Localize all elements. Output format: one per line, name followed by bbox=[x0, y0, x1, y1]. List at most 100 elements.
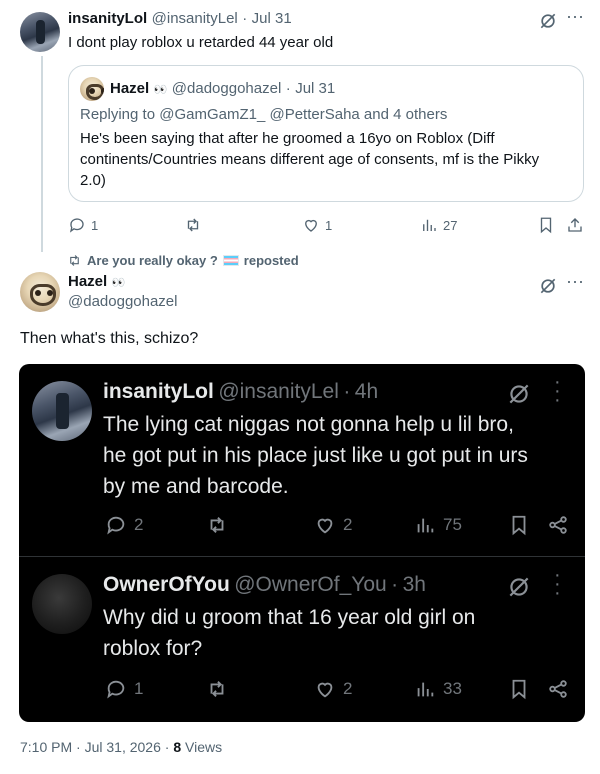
bookmark-button bbox=[508, 678, 530, 700]
reply-count: 1 bbox=[134, 679, 144, 698]
quoted-text-line: continents/Countries means different age… bbox=[80, 151, 540, 168]
reply-icon bbox=[69, 218, 84, 233]
repost-label: reposted bbox=[243, 253, 299, 268]
grok-icon bbox=[509, 577, 529, 597]
separator: · bbox=[242, 10, 248, 27]
separator: · bbox=[391, 573, 399, 596]
bookmark-icon bbox=[540, 217, 552, 234]
views-count: 75 bbox=[443, 515, 462, 534]
share-network-icon bbox=[549, 516, 567, 534]
quoted-tweet-header: Hazel 👀 @dadoggohazel · Jul 31 bbox=[110, 80, 335, 98]
bookmark-icon bbox=[512, 679, 526, 700]
tweet-date[interactable]: Jul 31 bbox=[252, 10, 292, 27]
screenshot-tweet-header: OwnerOfYou @OwnerOf_You · 3h bbox=[103, 573, 426, 597]
views-count: 33 bbox=[443, 679, 462, 698]
eyes-emoji-icon: 👀 bbox=[111, 277, 126, 289]
views-icon bbox=[417, 518, 434, 533]
like-button: 2 bbox=[314, 514, 352, 536]
bookmark-button[interactable] bbox=[537, 216, 555, 234]
screenshot-text-line: by me and barcode. bbox=[103, 475, 289, 498]
thread-line bbox=[41, 56, 43, 252]
grok-icon bbox=[509, 384, 529, 404]
like-count: 2 bbox=[343, 515, 353, 534]
avatar bbox=[32, 574, 92, 634]
display-name: insanityLol bbox=[103, 380, 214, 403]
attached-image[interactable]: insanityLol @insanityLel · 4h · · · The ly… bbox=[19, 364, 585, 722]
share-button bbox=[547, 678, 569, 700]
more-options-icon[interactable]: ··· bbox=[566, 6, 584, 27]
more-options-icon: · · · bbox=[554, 371, 561, 411]
display-name[interactable]: Hazel bbox=[68, 273, 107, 290]
repost-banner[interactable]: Are you really okay ? reposted bbox=[67, 253, 299, 268]
handle: @insanityLel bbox=[218, 380, 339, 403]
grok-icon[interactable] bbox=[538, 11, 558, 31]
reply-icon bbox=[107, 516, 125, 535]
views-icon bbox=[423, 219, 436, 231]
like-button[interactable]: 1 bbox=[302, 216, 332, 234]
reply-tweet-header: insanityLol @insanityLel · Jul 31 bbox=[68, 10, 292, 28]
display-name: Hazel bbox=[110, 80, 150, 97]
main-tweet-author[interactable]: Hazel 👀 bbox=[68, 273, 125, 291]
share-network-icon bbox=[549, 680, 567, 698]
repost-button bbox=[206, 678, 228, 700]
screenshot-text-line: he got put in his place just like u got … bbox=[103, 444, 528, 467]
views-count: 8 bbox=[173, 739, 182, 755]
reply-button[interactable]: 1 bbox=[68, 216, 98, 234]
tweet-text: I dont play roblox u retarded 44 year ol… bbox=[68, 34, 334, 51]
screenshot-text-line: Why did u groom that 16 year old girl on bbox=[103, 606, 476, 629]
divider bbox=[19, 556, 585, 557]
views-count: 27 bbox=[443, 217, 458, 233]
quoted-text-line: 2.0) bbox=[80, 172, 106, 189]
views-icon bbox=[417, 682, 434, 697]
like-count: 1 bbox=[325, 217, 333, 233]
screenshot-text-line: The lying cat niggas not gonna help u li… bbox=[103, 413, 514, 436]
share-icon bbox=[568, 218, 582, 232]
avatar[interactable] bbox=[20, 12, 60, 52]
repost-icon bbox=[70, 255, 79, 266]
tweet-time: 4h bbox=[354, 380, 379, 403]
reply-count: 2 bbox=[134, 515, 144, 534]
screenshot-tweet-header: insanityLol @insanityLel · 4h bbox=[103, 380, 378, 404]
timestamp[interactable]: 7:10 PM · Jul 31, 2026 bbox=[20, 739, 161, 755]
tweet-footer: 7:10 PM · Jul 31, 2026 · 8 Views bbox=[20, 739, 222, 755]
avatar bbox=[80, 77, 104, 101]
replying-to: Replying to @GamGamZ1_ @PetterSaha and 4… bbox=[80, 106, 447, 123]
replying-suffix[interactable]: and 4 others bbox=[364, 106, 447, 123]
separator: · bbox=[164, 739, 170, 755]
display-name[interactable]: insanityLol bbox=[68, 10, 147, 27]
views-label: Views bbox=[185, 739, 223, 755]
more-options-icon: · · · bbox=[554, 564, 561, 604]
bookmark-button bbox=[508, 514, 530, 536]
eyes-emoji-icon: 👀 bbox=[153, 84, 168, 96]
handle[interactable]: @insanityLel bbox=[152, 10, 238, 27]
repost-button[interactable] bbox=[184, 216, 202, 234]
reply-icon bbox=[107, 680, 125, 699]
main-tweet-text: Then what's this, schizo? bbox=[20, 330, 199, 347]
repost-icon bbox=[210, 517, 224, 533]
views-button[interactable]: 27 bbox=[420, 216, 457, 234]
screenshot-text-line: roblox for? bbox=[103, 637, 203, 660]
separator: · bbox=[285, 80, 291, 97]
reposter-name[interactable]: Are you really okay ? bbox=[87, 253, 218, 268]
reply-button: 2 bbox=[105, 514, 143, 536]
handle[interactable]: @dadoggohazel bbox=[68, 293, 177, 310]
replying-users[interactable]: @GamGamZ1_ @PetterSaha bbox=[159, 106, 360, 123]
repost-icon bbox=[210, 681, 224, 697]
grok-icon[interactable] bbox=[538, 276, 558, 296]
views-button: 33 bbox=[414, 678, 462, 700]
repost-button bbox=[206, 514, 228, 536]
quoted-text-line: He's been saying that after he groomed a… bbox=[80, 130, 495, 147]
more-options-icon[interactable]: ··· bbox=[566, 271, 584, 292]
bookmark-icon bbox=[512, 515, 526, 536]
heart-icon bbox=[305, 219, 317, 232]
repost-icon bbox=[187, 218, 199, 232]
share-button bbox=[547, 514, 569, 536]
avatar[interactable] bbox=[20, 272, 60, 312]
display-name: OwnerOfYou bbox=[103, 573, 230, 596]
like-button: 2 bbox=[314, 678, 352, 700]
handle: @dadoggohazel bbox=[171, 80, 282, 97]
handle: @OwnerOf_You bbox=[234, 573, 387, 596]
share-button[interactable] bbox=[566, 216, 584, 234]
like-count: 2 bbox=[343, 679, 353, 698]
replying-prefix: Replying to bbox=[80, 106, 156, 123]
